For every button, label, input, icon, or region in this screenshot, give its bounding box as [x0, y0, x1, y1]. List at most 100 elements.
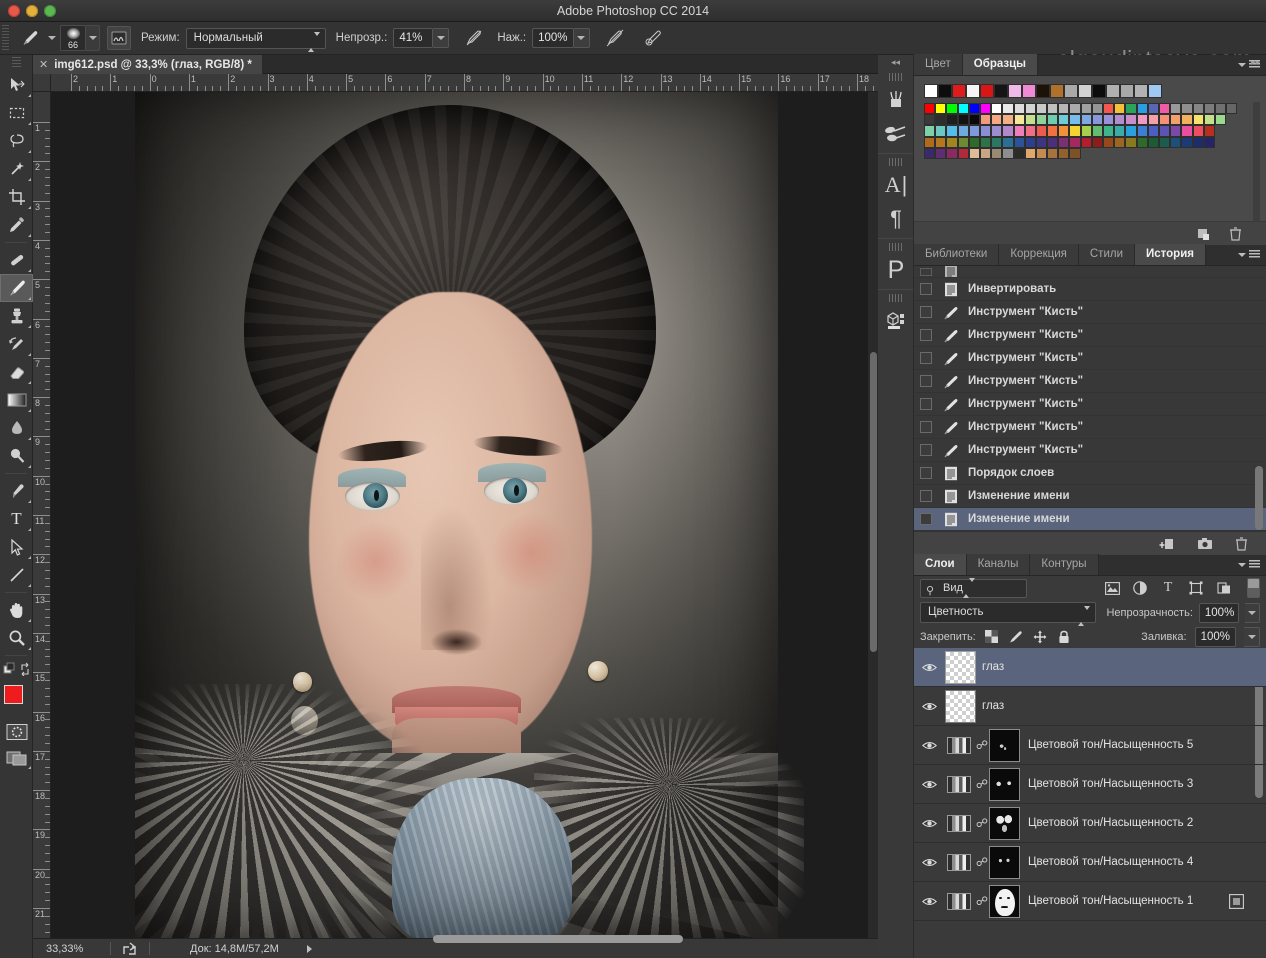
zoom-tool[interactable]: [0, 624, 33, 652]
color-swatch[interactable]: [1069, 125, 1081, 137]
color-swatch[interactable]: [1024, 147, 1036, 159]
color-swatch[interactable]: [1035, 147, 1048, 159]
color-swatch[interactable]: [1170, 114, 1182, 126]
color-swatch[interactable]: [1069, 136, 1081, 148]
trash-icon[interactable]: [1235, 536, 1248, 551]
adjustment-layer-thumbnail[interactable]: [947, 736, 971, 754]
color-swatch[interactable]: [1181, 114, 1193, 126]
color-swatch[interactable]: [1203, 136, 1215, 148]
close-window-button[interactable]: [8, 5, 20, 17]
brush-panel-icon[interactable]: [878, 117, 914, 151]
color-swatch[interactable]: [1147, 103, 1159, 115]
color-swatch[interactable]: [1136, 114, 1148, 126]
color-swatch[interactable]: [957, 103, 969, 115]
color-swatch[interactable]: [1203, 114, 1215, 126]
history-snapshot-checkbox[interactable]: [920, 490, 932, 502]
tab-channels[interactable]: Каналы: [966, 554, 1031, 575]
color-swatch[interactable]: [1114, 136, 1126, 148]
history-brush-tool[interactable]: [0, 330, 33, 358]
color-swatch[interactable]: [1147, 136, 1159, 148]
smart-object-filter-icon[interactable]: [1213, 578, 1235, 598]
color-swatch[interactable]: [1069, 147, 1081, 159]
color-swatch[interactable]: [957, 147, 969, 159]
color-swatch[interactable]: [946, 103, 958, 115]
color-swatch[interactable]: [1002, 125, 1014, 137]
color-swatch[interactable]: [1147, 125, 1159, 137]
dodge-tool[interactable]: [0, 442, 33, 470]
eyedropper-tool[interactable]: [0, 211, 33, 239]
color-swatch[interactable]: [994, 84, 1008, 98]
color-swatch[interactable]: [1080, 114, 1092, 126]
history-item[interactable]: Инструмент "Кисть": [914, 301, 1266, 324]
layer-mask-thumbnail[interactable]: [989, 767, 1020, 801]
lock-position-icon[interactable]: [1032, 629, 1048, 645]
color-swatch[interactable]: [1170, 125, 1182, 137]
color-swatch[interactable]: [968, 125, 980, 137]
color-swatches[interactable]: [0, 683, 33, 719]
color-swatch[interactable]: [924, 84, 938, 98]
color-swatch[interactable]: [979, 103, 992, 115]
color-swatch[interactable]: [1158, 103, 1171, 115]
color-swatch[interactable]: [1050, 84, 1064, 98]
color-swatch[interactable]: [1035, 103, 1048, 115]
swatch-grid[interactable]: [914, 76, 1266, 159]
gradient-tool[interactable]: [0, 386, 33, 414]
history-item[interactable]: Инструмент "Кисть": [914, 347, 1266, 370]
lock-all-icon[interactable]: [1056, 629, 1072, 645]
color-swatch[interactable]: [968, 147, 980, 159]
pen-tool[interactable]: [0, 477, 33, 505]
history-snapshot-checkbox[interactable]: [920, 375, 932, 387]
layer-thumbnail[interactable]: [945, 689, 976, 723]
color-swatch[interactable]: [1092, 84, 1106, 98]
rail-grip-4[interactable]: [888, 294, 903, 302]
new-document-from-state-icon[interactable]: [1159, 537, 1175, 551]
history-panel-menu-icon[interactable]: [1238, 250, 1260, 259]
opacity-stepper[interactable]: [433, 28, 450, 48]
layer-visibility-eye-icon[interactable]: [914, 857, 945, 868]
color-swatch[interactable]: [991, 114, 1003, 126]
color-swatch[interactable]: [957, 114, 969, 126]
swatches-scrollbar[interactable]: [1253, 102, 1260, 222]
canvas-vertical-scroll-thumb[interactable]: [870, 352, 877, 652]
opacity-input[interactable]: 41%: [393, 28, 434, 48]
color-swatch[interactable]: [1170, 103, 1182, 115]
color-swatch[interactable]: [1120, 84, 1134, 98]
layer-visibility-eye-icon[interactable]: [914, 662, 945, 673]
tablet-pressure-size-icon[interactable]: [640, 25, 666, 51]
color-swatch[interactable]: [1158, 114, 1171, 126]
history-snapshot-checkbox[interactable]: [920, 513, 932, 525]
color-swatch[interactable]: [1013, 136, 1025, 148]
color-swatch[interactable]: [1091, 125, 1103, 137]
new-swatch-icon[interactable]: [1196, 227, 1211, 241]
brush-panel-icon[interactable]: [107, 26, 131, 50]
hand-tool[interactable]: [0, 596, 33, 624]
color-swatch[interactable]: [1013, 125, 1025, 137]
color-swatch[interactable]: [991, 147, 1003, 159]
color-swatch[interactable]: [1058, 136, 1070, 148]
layer-name[interactable]: Цветовой тон/Насыщенность 3: [1028, 778, 1193, 790]
color-swatch[interactable]: [1091, 114, 1103, 126]
color-swatch[interactable]: [924, 147, 936, 159]
color-swatch[interactable]: [966, 84, 980, 98]
3d-panel-icon[interactable]: [878, 304, 914, 338]
color-swatch[interactable]: [1036, 84, 1050, 98]
layer-mask-link-icon[interactable]: ☍: [975, 816, 989, 830]
color-swatch[interactable]: [1047, 136, 1059, 148]
color-swatch[interactable]: [1158, 125, 1171, 137]
properties-panel-icon[interactable]: P: [878, 253, 914, 287]
layer-mask-thumbnail[interactable]: [989, 845, 1020, 879]
color-swatch[interactable]: [924, 136, 936, 148]
share-icon[interactable]: [123, 942, 137, 955]
color-swatch[interactable]: [1013, 147, 1025, 159]
brush-preset-chevron-down-icon[interactable]: [48, 36, 56, 40]
color-swatch[interactable]: [1136, 103, 1148, 115]
rail-grip-1[interactable]: [888, 73, 903, 81]
path-selection-tool[interactable]: [0, 533, 33, 561]
color-swatch[interactable]: [1047, 125, 1059, 137]
color-swatch[interactable]: [1024, 114, 1036, 126]
color-swatch[interactable]: [1069, 103, 1081, 115]
color-swatch[interactable]: [979, 147, 992, 159]
color-swatch[interactable]: [1013, 103, 1025, 115]
color-swatch[interactable]: [1214, 114, 1227, 126]
layer-thumbnail[interactable]: [945, 650, 976, 684]
